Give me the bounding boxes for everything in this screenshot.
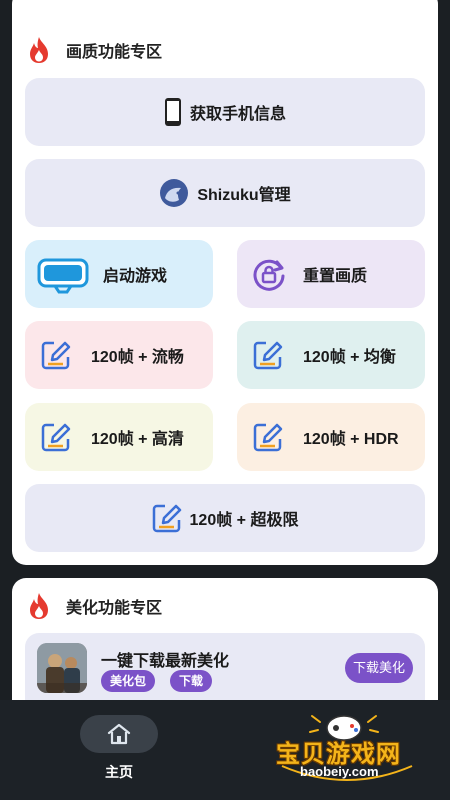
watermark-url: baobeiy.com <box>300 764 379 779</box>
fps-smooth-label: 120帧 + 流畅 <box>91 349 184 366</box>
home-icon <box>107 723 131 745</box>
edit-icon <box>41 422 71 452</box>
edit-icon <box>152 503 182 533</box>
quality-section-title: 画质功能专区 <box>66 44 163 61</box>
watermark: 宝贝游戏网 baobeiy.com <box>272 706 422 796</box>
reset-quality-label: 重置画质 <box>303 268 368 285</box>
beauty-section-title: 美化功能专区 <box>66 600 163 617</box>
beauty-section-header: 美化功能专区 <box>26 592 162 620</box>
tag-beauty-pack: 美化包 <box>101 670 156 692</box>
edit-icon <box>253 422 283 452</box>
edit-icon <box>41 340 71 370</box>
game-thumbnail <box>37 643 87 693</box>
reset-quality-button[interactable]: 重置画质 <box>237 240 425 308</box>
fps-smooth-button[interactable]: 120帧 + 流畅 <box>25 321 213 389</box>
quality-section-card: 画质功能专区 获取手机信息 Shizuku管理 启动游戏 重置画质 120帧 +… <box>12 0 438 565</box>
vr-headset-icon <box>37 254 89 294</box>
get-phone-info-button[interactable]: 获取手机信息 <box>25 78 425 146</box>
beauty-section-card: 美化功能专区 一键下载最新美化 美化包 下载 下载美化 <box>12 578 438 718</box>
fps-extreme-button[interactable]: 120帧 + 超极限 <box>25 484 425 552</box>
beauty-item-title: 一键下载最新美化 <box>101 653 230 670</box>
fps-hd-label: 120帧 + 高清 <box>91 431 184 448</box>
fps-hdr-button[interactable]: 120帧 + HDR <box>237 403 425 471</box>
start-game-label: 启动游戏 <box>103 268 168 285</box>
fire-icon <box>26 36 52 64</box>
download-beauty-button[interactable]: 下载美化 <box>344 653 413 683</box>
shizuku-manage-button[interactable]: Shizuku管理 <box>25 159 425 227</box>
fire-icon <box>26 592 52 620</box>
nav-home-label: 主页 <box>105 764 133 780</box>
fps-extreme-label: 120帧 + 超极限 <box>189 512 299 529</box>
lock-rotate-icon <box>251 256 287 292</box>
shizuku-icon <box>159 178 189 208</box>
fps-hdr-label: 120帧 + HDR <box>303 431 399 448</box>
start-game-button[interactable]: 启动游戏 <box>25 240 213 308</box>
shizuku-manage-label: Shizuku管理 <box>197 187 291 204</box>
fps-hd-button[interactable]: 120帧 + 高清 <box>25 403 213 471</box>
smartphone-icon <box>164 97 182 127</box>
fps-balanced-button[interactable]: 120帧 + 均衡 <box>237 321 425 389</box>
tag-download: 下载 <box>170 670 213 692</box>
edit-icon <box>253 340 283 370</box>
nav-home-button[interactable] <box>80 715 158 753</box>
fps-balanced-label: 120帧 + 均衡 <box>303 349 396 366</box>
get-phone-info-label: 获取手机信息 <box>189 106 286 123</box>
quality-section-header: 画质功能专区 <box>26 36 162 64</box>
